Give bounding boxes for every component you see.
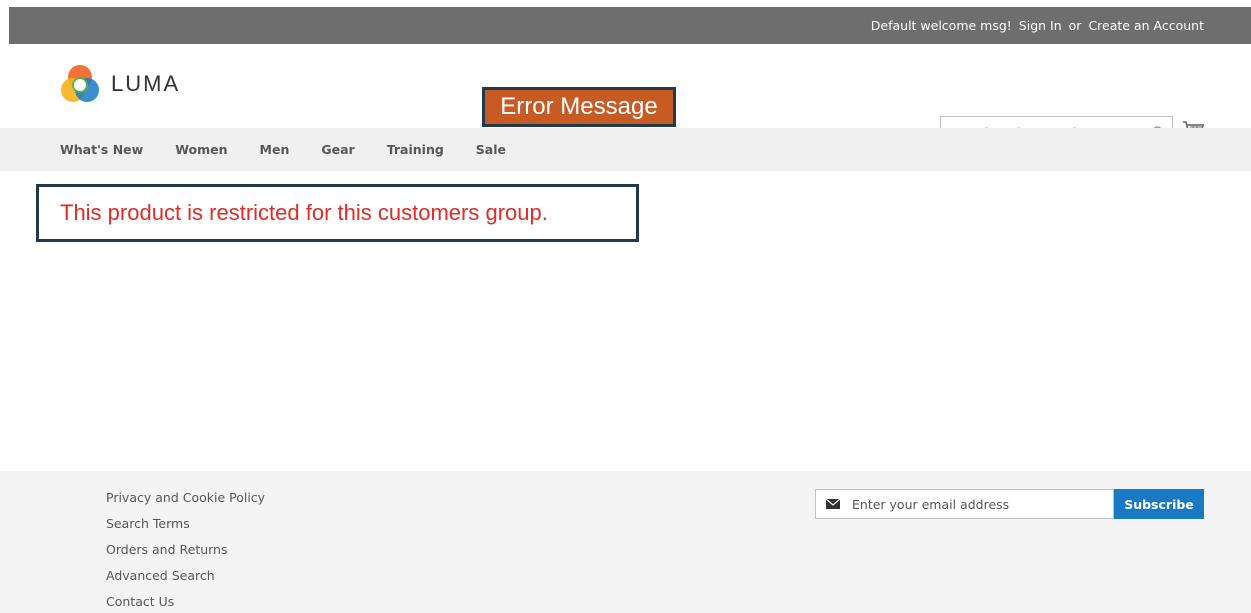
luma-logo-icon bbox=[61, 65, 99, 102]
nav-item-sale[interactable]: Sale bbox=[476, 142, 506, 157]
footer-links: Privacy and Cookie Policy Search Terms O… bbox=[106, 489, 265, 613]
create-account-link[interactable]: Create an Account bbox=[1088, 18, 1204, 33]
footer-link-orders-returns[interactable]: Orders and Returns bbox=[106, 541, 265, 567]
error-message-box: This product is restricted for this cust… bbox=[36, 184, 639, 242]
nav-item-training[interactable]: Training bbox=[387, 142, 444, 157]
footer-link-privacy[interactable]: Privacy and Cookie Policy bbox=[106, 489, 265, 515]
newsletter-form: Enter your email address Subscribe bbox=[815, 489, 1204, 519]
nav-item-whats-new[interactable]: What's New bbox=[60, 142, 143, 157]
sign-in-link[interactable]: Sign In bbox=[1019, 18, 1062, 33]
envelope-icon bbox=[826, 499, 840, 509]
footer-link-advanced-search[interactable]: Advanced Search bbox=[106, 567, 265, 593]
footer-link-contact[interactable]: Contact Us bbox=[106, 593, 265, 613]
logo-text: LUMA bbox=[111, 71, 181, 96]
email-placeholder: Enter your email address bbox=[852, 496, 1010, 512]
subscribe-button[interactable]: Subscribe bbox=[1114, 489, 1204, 519]
nav-item-men[interactable]: Men bbox=[260, 142, 290, 157]
email-field[interactable]: Enter your email address bbox=[815, 489, 1114, 519]
nav-item-gear[interactable]: Gear bbox=[321, 142, 354, 157]
main-navigation: What's New Women Men Gear Training Sale bbox=[0, 128, 1251, 171]
error-message-annotation: Error Message bbox=[482, 87, 676, 127]
welcome-message: Default welcome msg! bbox=[870, 18, 1012, 33]
footer: Privacy and Cookie Policy Search Terms O… bbox=[0, 471, 1251, 613]
logo[interactable]: LUMA bbox=[59, 63, 180, 105]
or-text: or bbox=[1068, 18, 1082, 33]
nav-item-women[interactable]: Women bbox=[175, 142, 227, 157]
error-message-text: This product is restricted for this cust… bbox=[60, 200, 548, 225]
top-border bbox=[0, 0, 1251, 7]
footer-link-search-terms[interactable]: Search Terms bbox=[106, 515, 265, 541]
panel-header: Default welcome msg! Sign In or Create a… bbox=[9, 7, 1251, 44]
